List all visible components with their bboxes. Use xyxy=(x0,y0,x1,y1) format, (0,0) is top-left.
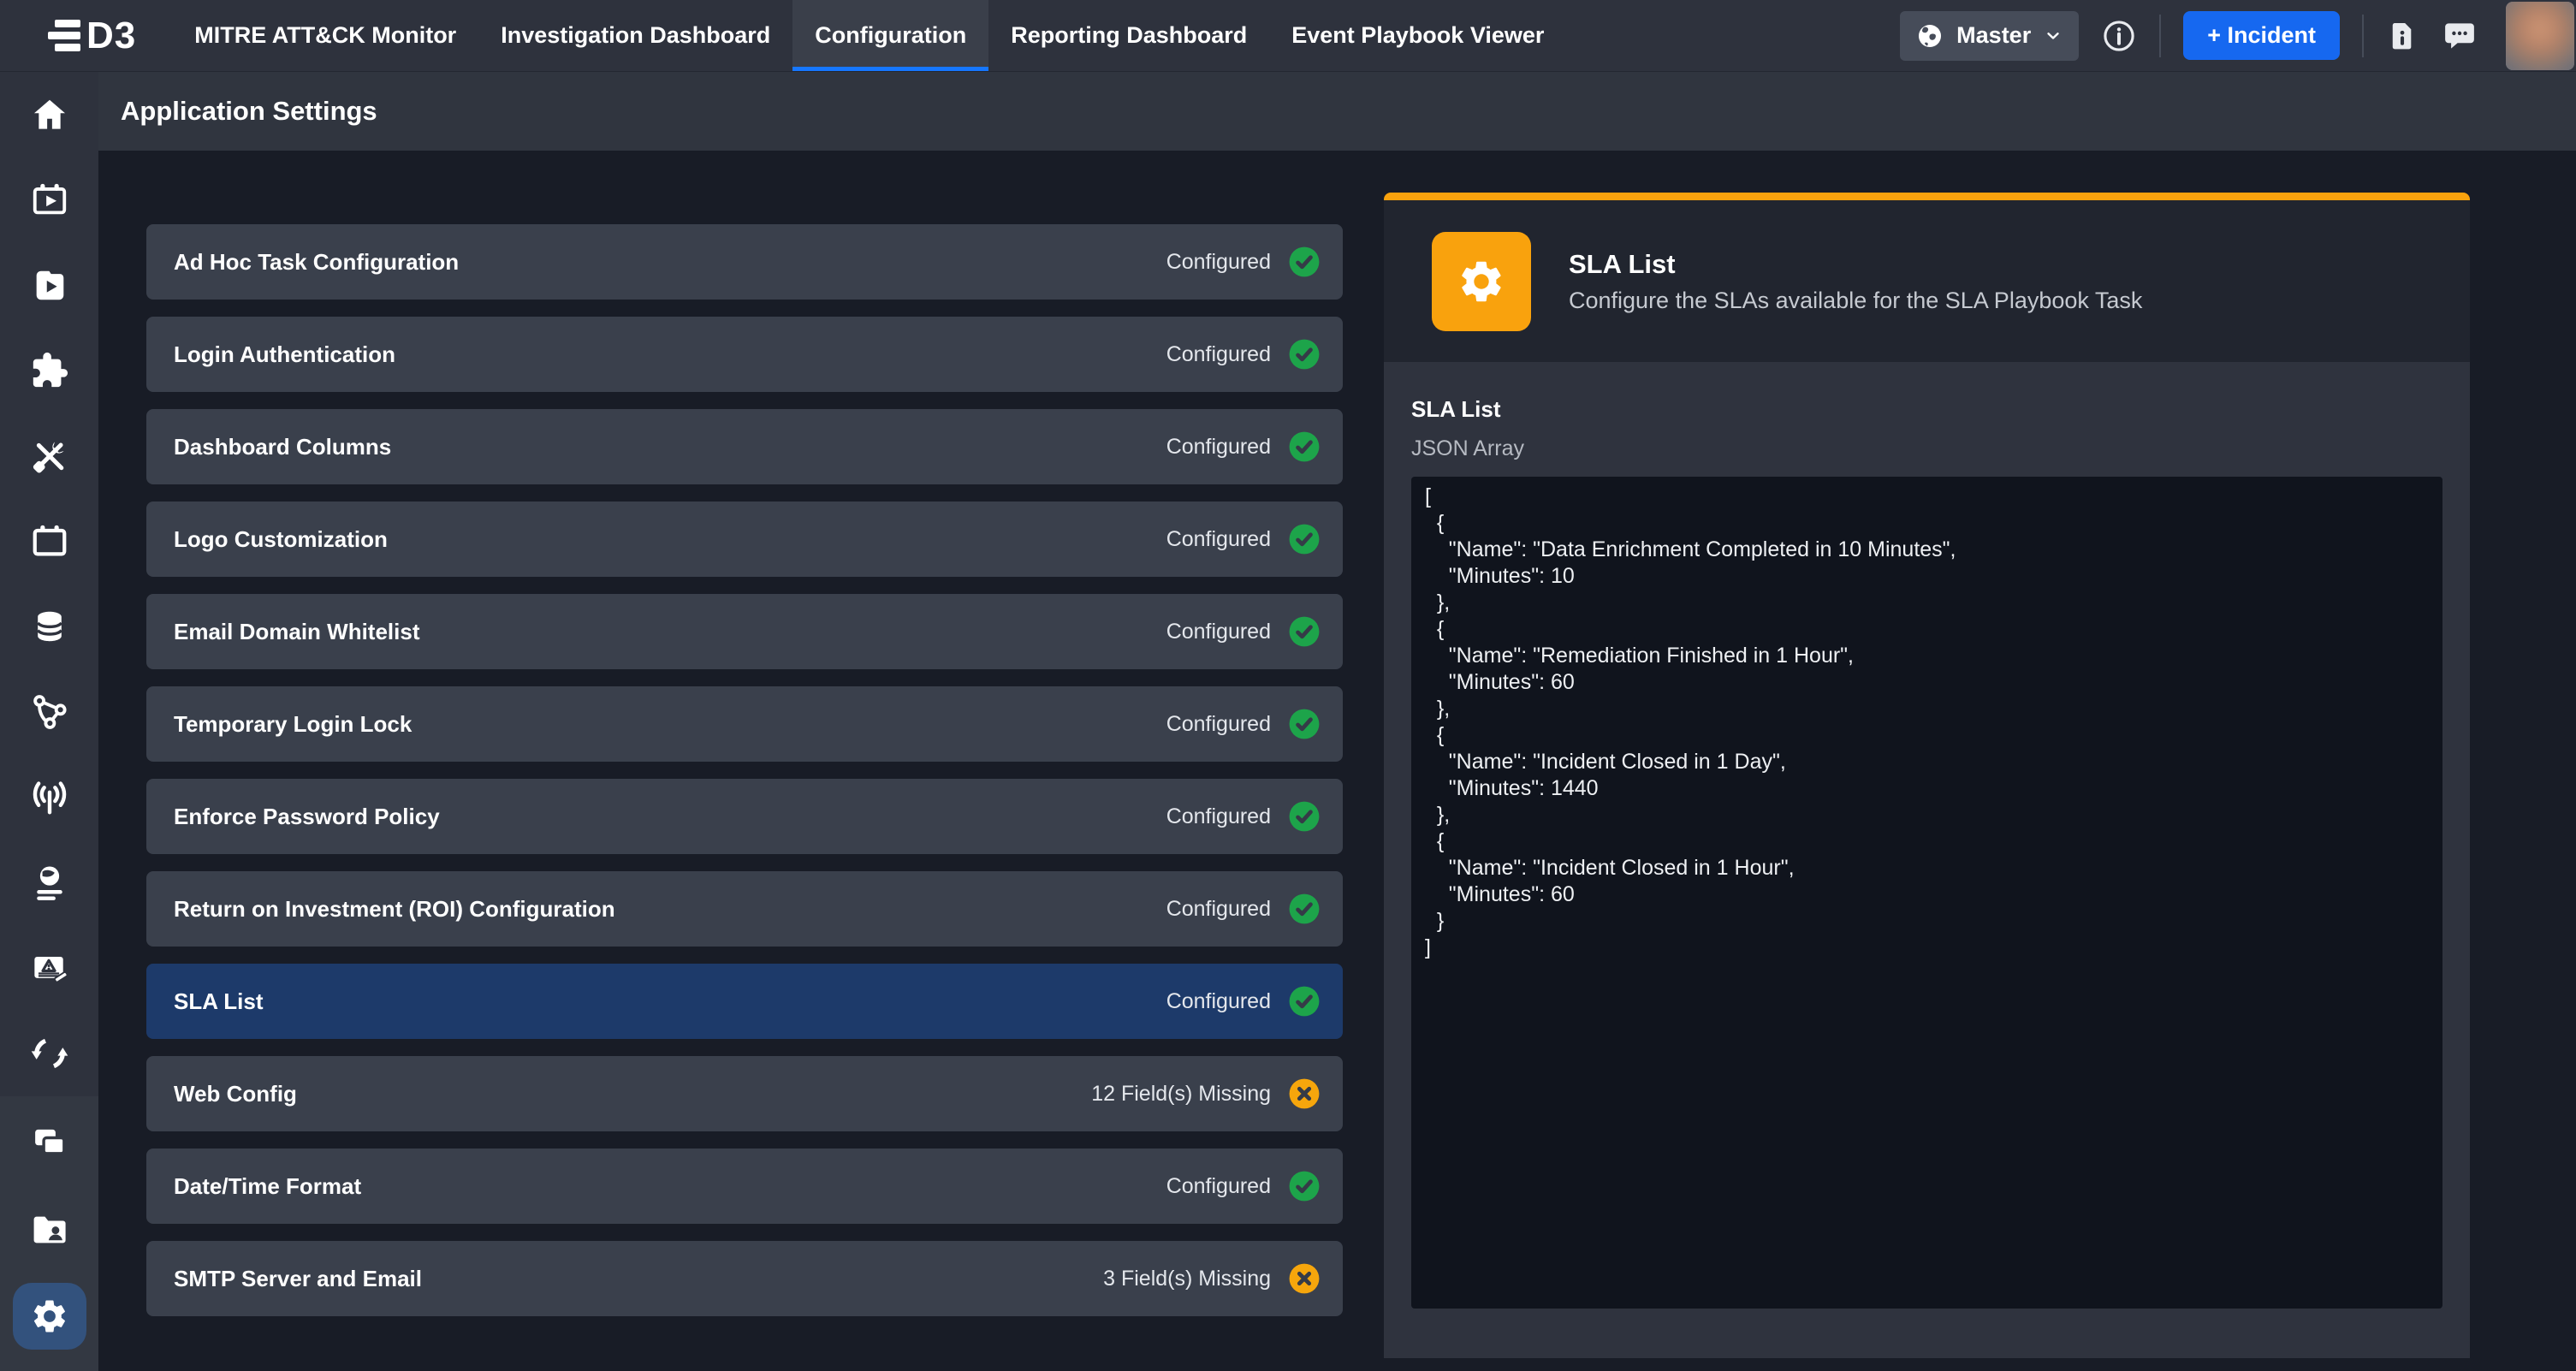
user-avatar[interactable] xyxy=(2506,2,2574,70)
chevron-down-icon xyxy=(2043,26,2063,46)
status-text: Configured xyxy=(1166,620,1271,644)
settings-row-enforce-password-policy[interactable]: Enforce Password Policy Configured xyxy=(146,779,1343,854)
panel-accent-bar xyxy=(1384,193,2470,200)
home-icon[interactable] xyxy=(0,72,98,157)
sidebar-bottom-section xyxy=(0,1096,98,1371)
panel-body: SLA List JSON Array [ { "Name": "Data En… xyxy=(1384,362,2470,1358)
settings-row-ad-hoc-task-configuration[interactable]: Ad Hoc Task Configuration Configured xyxy=(146,224,1343,300)
panel-title: SLA List xyxy=(1569,249,2142,280)
check-circle-icon xyxy=(1288,1170,1321,1202)
d3-logo-text: D3 xyxy=(86,15,136,57)
check-circle-icon xyxy=(1288,893,1321,925)
settings-row-smtp-server-and-email[interactable]: SMTP Server and Email 3 Field(s) Missing xyxy=(146,1241,1343,1316)
antenna-icon[interactable] xyxy=(0,755,98,840)
info-circle-icon[interactable] xyxy=(2101,18,2137,54)
status-text: 3 Field(s) Missing xyxy=(1103,1267,1271,1291)
panel-header: SLA List Configure the SLAs available fo… xyxy=(1384,200,2470,362)
settings-row-web-config[interactable]: Web Config 12 Field(s) Missing xyxy=(146,1056,1343,1131)
status-text: Configured xyxy=(1166,435,1271,460)
check-circle-icon xyxy=(1288,523,1321,555)
left-icon-sidebar xyxy=(0,72,98,1371)
d3-logo-icon xyxy=(48,20,80,51)
check-circle-icon xyxy=(1288,615,1321,648)
workspace-selector[interactable]: Master xyxy=(1900,11,2079,61)
status-text: Configured xyxy=(1166,712,1271,737)
main-nav-tabs: MITRE ATT&CK Monitor Investigation Dashb… xyxy=(172,0,1566,71)
settings-row-roi-configuration[interactable]: Return on Investment (ROI) Configuration… xyxy=(146,871,1343,947)
status-text: Configured xyxy=(1166,250,1271,275)
settings-row-temporary-login-lock[interactable]: Temporary Login Lock Configured xyxy=(146,686,1343,762)
new-incident-button[interactable]: + Incident xyxy=(2183,11,2340,60)
user-avatar-photo xyxy=(2506,2,2574,70)
status-text: Configured xyxy=(1166,527,1271,552)
d3-logo[interactable]: D3 xyxy=(0,0,172,71)
settings-row-login-authentication[interactable]: Login Authentication Configured xyxy=(146,317,1343,392)
tools-icon[interactable] xyxy=(0,413,98,499)
sla-list-field-type: JSON Array xyxy=(1411,436,2442,461)
settings-row-email-domain-whitelist[interactable]: Email Domain Whitelist Configured xyxy=(146,594,1343,669)
calendar-play-icon[interactable] xyxy=(0,157,98,243)
check-circle-icon xyxy=(1288,246,1321,278)
application-settings-list: Ad Hoc Task Configuration Configured Log… xyxy=(146,224,1343,1333)
database-icon[interactable] xyxy=(0,585,98,670)
tab-reporting-dashboard[interactable]: Reporting Dashboard xyxy=(988,0,1269,71)
globe-lines-icon[interactable] xyxy=(0,840,98,926)
tab-investigation-dashboard[interactable]: Investigation Dashboard xyxy=(478,0,792,71)
share-nodes-icon[interactable] xyxy=(0,669,98,755)
settings-row-date-time-format[interactable]: Date/Time Format Configured xyxy=(146,1148,1343,1224)
tab-configuration[interactable]: Configuration xyxy=(792,0,988,71)
sla-list-detail-panel: SLA List Configure the SLAs available fo… xyxy=(1384,193,2470,1358)
settings-row-dashboard-columns[interactable]: Dashboard Columns Configured xyxy=(146,409,1343,484)
playbook-icon[interactable] xyxy=(0,243,98,329)
page-title: Application Settings xyxy=(121,96,377,127)
calendar-icon[interactable] xyxy=(0,499,98,585)
topbar-right-cluster: Master + Incident xyxy=(1900,0,2576,71)
globe-icon xyxy=(1915,21,1944,50)
document-alert-icon[interactable] xyxy=(0,926,98,1012)
check-circle-icon xyxy=(1288,430,1321,463)
page-header: Application Settings xyxy=(98,72,2576,151)
workspace-label: Master xyxy=(1956,22,2031,49)
status-text: Configured xyxy=(1166,897,1271,922)
gear-icon xyxy=(1432,232,1531,331)
check-circle-icon xyxy=(1288,985,1321,1018)
topbar-divider xyxy=(2362,15,2364,57)
settings-gear-icon xyxy=(30,1297,69,1336)
folder-user-icon[interactable] xyxy=(0,1186,98,1273)
status-text: 12 Field(s) Missing xyxy=(1091,1082,1271,1107)
sla-json-editor[interactable]: [ { "Name": "Data Enrichment Completed i… xyxy=(1411,477,2442,1309)
copy-icon[interactable] xyxy=(0,1100,98,1186)
status-text: Configured xyxy=(1166,989,1271,1014)
settings-row-logo-customization[interactable]: Logo Customization Configured xyxy=(146,502,1343,577)
tab-mitre-attck-monitor[interactable]: MITRE ATT&CK Monitor xyxy=(172,0,478,71)
puzzle-icon[interactable] xyxy=(0,328,98,413)
tab-event-playbook-viewer[interactable]: Event Playbook Viewer xyxy=(1269,0,1566,71)
status-text: Configured xyxy=(1166,804,1271,829)
check-circle-icon xyxy=(1288,338,1321,371)
top-navbar: D3 MITRE ATT&CK Monitor Investigation Da… xyxy=(0,0,2576,72)
main-area: Application Settings Ad Hoc Task Configu… xyxy=(98,72,2576,1371)
sync-icon[interactable] xyxy=(0,1011,98,1096)
check-circle-icon xyxy=(1288,800,1321,833)
settings-row-sla-list[interactable]: SLA List Configured xyxy=(146,964,1343,1039)
check-circle-icon xyxy=(1288,708,1321,740)
status-text: Configured xyxy=(1166,342,1271,367)
document-info-icon[interactable] xyxy=(2386,20,2419,52)
panel-subtitle: Configure the SLAs available for the SLA… xyxy=(1569,288,2142,314)
topbar-divider xyxy=(2159,15,2161,57)
sidebar-item-settings[interactable] xyxy=(0,1273,98,1359)
configuration-content: Ad Hoc Task Configuration Configured Log… xyxy=(98,151,2576,1371)
status-text: Configured xyxy=(1166,1174,1271,1199)
chat-bubble-icon[interactable] xyxy=(2441,17,2478,55)
sla-list-field-label: SLA List xyxy=(1411,396,2442,423)
x-circle-icon xyxy=(1288,1262,1321,1295)
x-circle-icon xyxy=(1288,1077,1321,1110)
settings-active-highlight xyxy=(13,1283,86,1350)
